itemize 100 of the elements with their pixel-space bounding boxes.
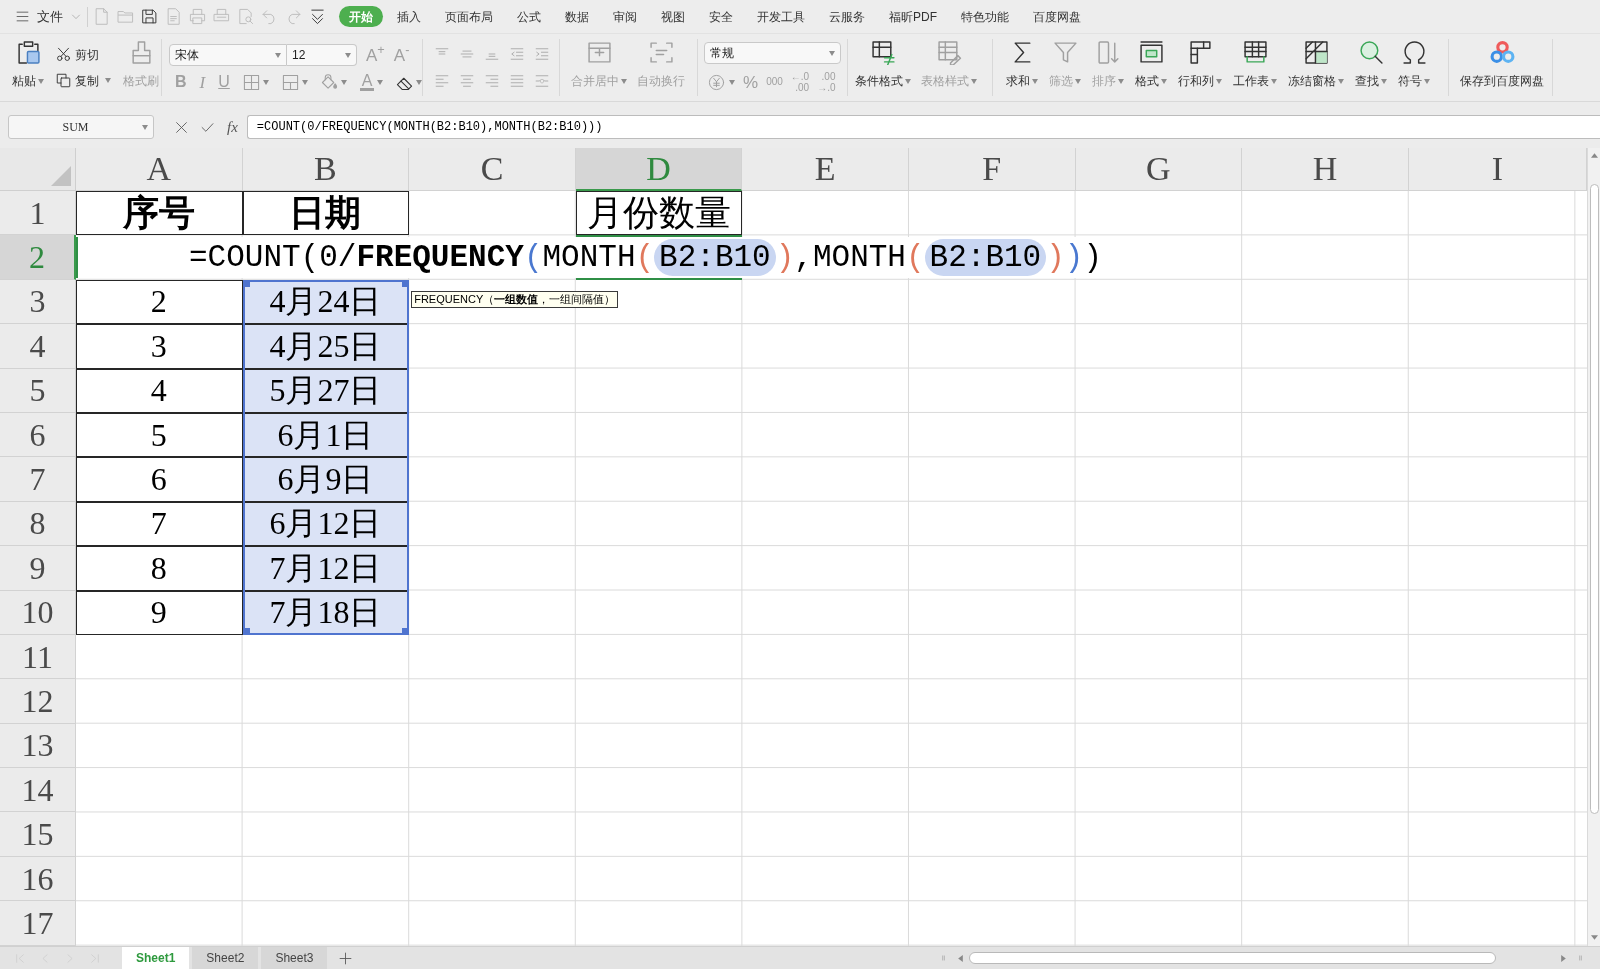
plus-icon[interactable]	[339, 951, 353, 965]
table-cell: 日期	[242, 191, 410, 236]
row-header[interactable]: 17	[0, 901, 76, 946]
double-chevron-icon[interactable]	[309, 8, 326, 25]
column-header[interactable]: I	[1408, 148, 1587, 191]
ribbon-tab[interactable]: 数据	[555, 6, 599, 27]
find-button[interactable]: 查找	[1355, 34, 1387, 101]
ribbon-tab[interactable]: 页面布局	[435, 6, 503, 27]
freeze-panes-button[interactable]: 冻结窗格	[1288, 34, 1344, 101]
symbol-button[interactable]: 符号	[1398, 34, 1430, 101]
table-cell: 8	[76, 546, 243, 591]
caret-down-icon	[829, 50, 835, 56]
column-header[interactable]: H	[1242, 148, 1409, 191]
conditional-format-button[interactable]: 条件格式	[855, 34, 911, 101]
scrollbar-thumb[interactable]	[1589, 184, 1599, 814]
column-header[interactable]: B	[242, 148, 410, 191]
row-header[interactable]: 4	[0, 324, 76, 369]
copy-button[interactable]: 复制	[56, 72, 111, 89]
copy-icon	[56, 73, 71, 88]
row-header[interactable]: 12	[0, 679, 76, 724]
row-header[interactable]: 8	[0, 501, 76, 547]
right-triangle-icon[interactable]	[1561, 954, 1566, 962]
table-cell: 序号	[76, 191, 243, 236]
sheet-tab[interactable]: Sheet2	[192, 947, 259, 969]
cut-button[interactable]: 剪切	[56, 46, 111, 63]
column-header[interactable]: G	[1075, 148, 1243, 191]
up-triangle-icon[interactable]	[1590, 153, 1598, 158]
ribbon-tab[interactable]: 福昕PDF	[879, 6, 947, 27]
menu-icon[interactable]	[15, 10, 30, 23]
down-triangle-icon[interactable]	[1590, 935, 1598, 940]
formula-input[interactable]: =COUNT(0/FREQUENCY(MONTH(B2:B10),MONTH(B2:B10)))	[246, 115, 1600, 139]
caret-down-icon	[142, 124, 148, 130]
paint-bucket-icon	[320, 73, 338, 91]
font-name-dropdown[interactable]: 宋体	[169, 44, 287, 66]
function-tooltip: FREQUENCY（一组数值，一组间隔值）	[411, 290, 619, 308]
table-cell: 3	[76, 324, 243, 369]
row-header[interactable]: 11	[0, 634, 76, 680]
name-box[interactable]: SUM	[8, 115, 154, 139]
row-header[interactable]: 6	[0, 412, 76, 458]
row-header[interactable]: 7	[0, 457, 76, 502]
sum-button[interactable]: 求和	[1006, 34, 1038, 101]
check-icon[interactable]	[200, 120, 215, 134]
cross-icon[interactable]	[175, 120, 188, 134]
row-header[interactable]: 9	[0, 546, 76, 591]
table-cell: 2	[76, 279, 243, 325]
scrollbar-thumb[interactable]	[969, 952, 1496, 964]
row-header[interactable]: 16	[0, 856, 76, 902]
split-square-icon	[281, 73, 299, 91]
ribbon-tab[interactable]: 审阅	[603, 6, 647, 27]
row-header[interactable]: 3	[0, 279, 76, 325]
column-header[interactable]: C	[409, 148, 576, 191]
table-cell: 7月12日	[242, 546, 410, 591]
sheet-tab[interactable]: Sheet1	[122, 947, 190, 969]
freeze-panes-icon	[1303, 40, 1329, 65]
left-triangle-icon[interactable]	[958, 954, 963, 962]
table-cell: 9	[76, 590, 243, 635]
column-header[interactable]: F	[908, 148, 1076, 191]
table-cell: 7	[76, 501, 243, 547]
ribbon-tab[interactable]: 特色功能	[951, 6, 1019, 27]
file-menu-button[interactable]: 文件	[37, 6, 81, 27]
row-header[interactable]: 1	[0, 191, 76, 236]
ribbon-tab[interactable]: 开发工具	[747, 6, 815, 27]
chevron-down-icon	[71, 13, 81, 20]
table-pencil-icon	[936, 40, 962, 65]
row-header[interactable]: 13	[0, 723, 76, 769]
table-cell: 6	[76, 457, 243, 502]
row-header[interactable]: 5	[0, 368, 76, 413]
number-format-dropdown[interactable]: 常规	[704, 42, 841, 64]
table-cell: 4	[76, 368, 243, 413]
search-icon	[1358, 40, 1384, 65]
rows-columns-button[interactable]: 行和列	[1178, 34, 1222, 101]
row-header[interactable]: 14	[0, 768, 76, 813]
select-all-icon[interactable]	[51, 166, 71, 186]
rows-columns-icon	[1187, 40, 1213, 65]
column-header[interactable]: E	[742, 148, 909, 191]
ribbon-tab[interactable]: 云服务	[819, 6, 875, 27]
row-header[interactable]: 15	[0, 812, 76, 857]
save-to-cloud-button[interactable]: 保存到百度网盘	[1460, 34, 1544, 101]
sheet-tab[interactable]: Sheet3	[261, 947, 328, 969]
format-button[interactable]: 格式	[1135, 34, 1167, 101]
table-cell: 5	[76, 412, 243, 458]
ribbon-tab[interactable]: 插入	[387, 6, 431, 27]
ribbon-tab[interactable]: 视图	[651, 6, 695, 27]
row-header[interactable]: 10	[0, 590, 76, 635]
table-cell: 4月25日	[242, 324, 410, 369]
column-header[interactable]: A	[76, 148, 243, 191]
funnel-icon	[1052, 40, 1078, 65]
table-cell: 7月18日	[242, 590, 410, 635]
scissors-icon	[56, 47, 71, 62]
ribbon-tab[interactable]: 百度网盘	[1023, 6, 1091, 27]
omega-icon	[1401, 40, 1427, 65]
font-size-dropdown[interactable]: 12	[287, 44, 357, 66]
grip-icon[interactable]	[941, 952, 946, 964]
ribbon-tab[interactable]: 安全	[699, 6, 743, 27]
grip-icon[interactable]	[1578, 952, 1583, 964]
table-frame-icon	[1138, 40, 1164, 65]
ribbon-tab[interactable]: 公式	[507, 6, 551, 27]
paste-button[interactable]: 粘贴	[12, 34, 44, 101]
worksheet-button[interactable]: 工作表	[1233, 34, 1277, 101]
insert-function-button[interactable]: fx	[227, 119, 238, 135]
